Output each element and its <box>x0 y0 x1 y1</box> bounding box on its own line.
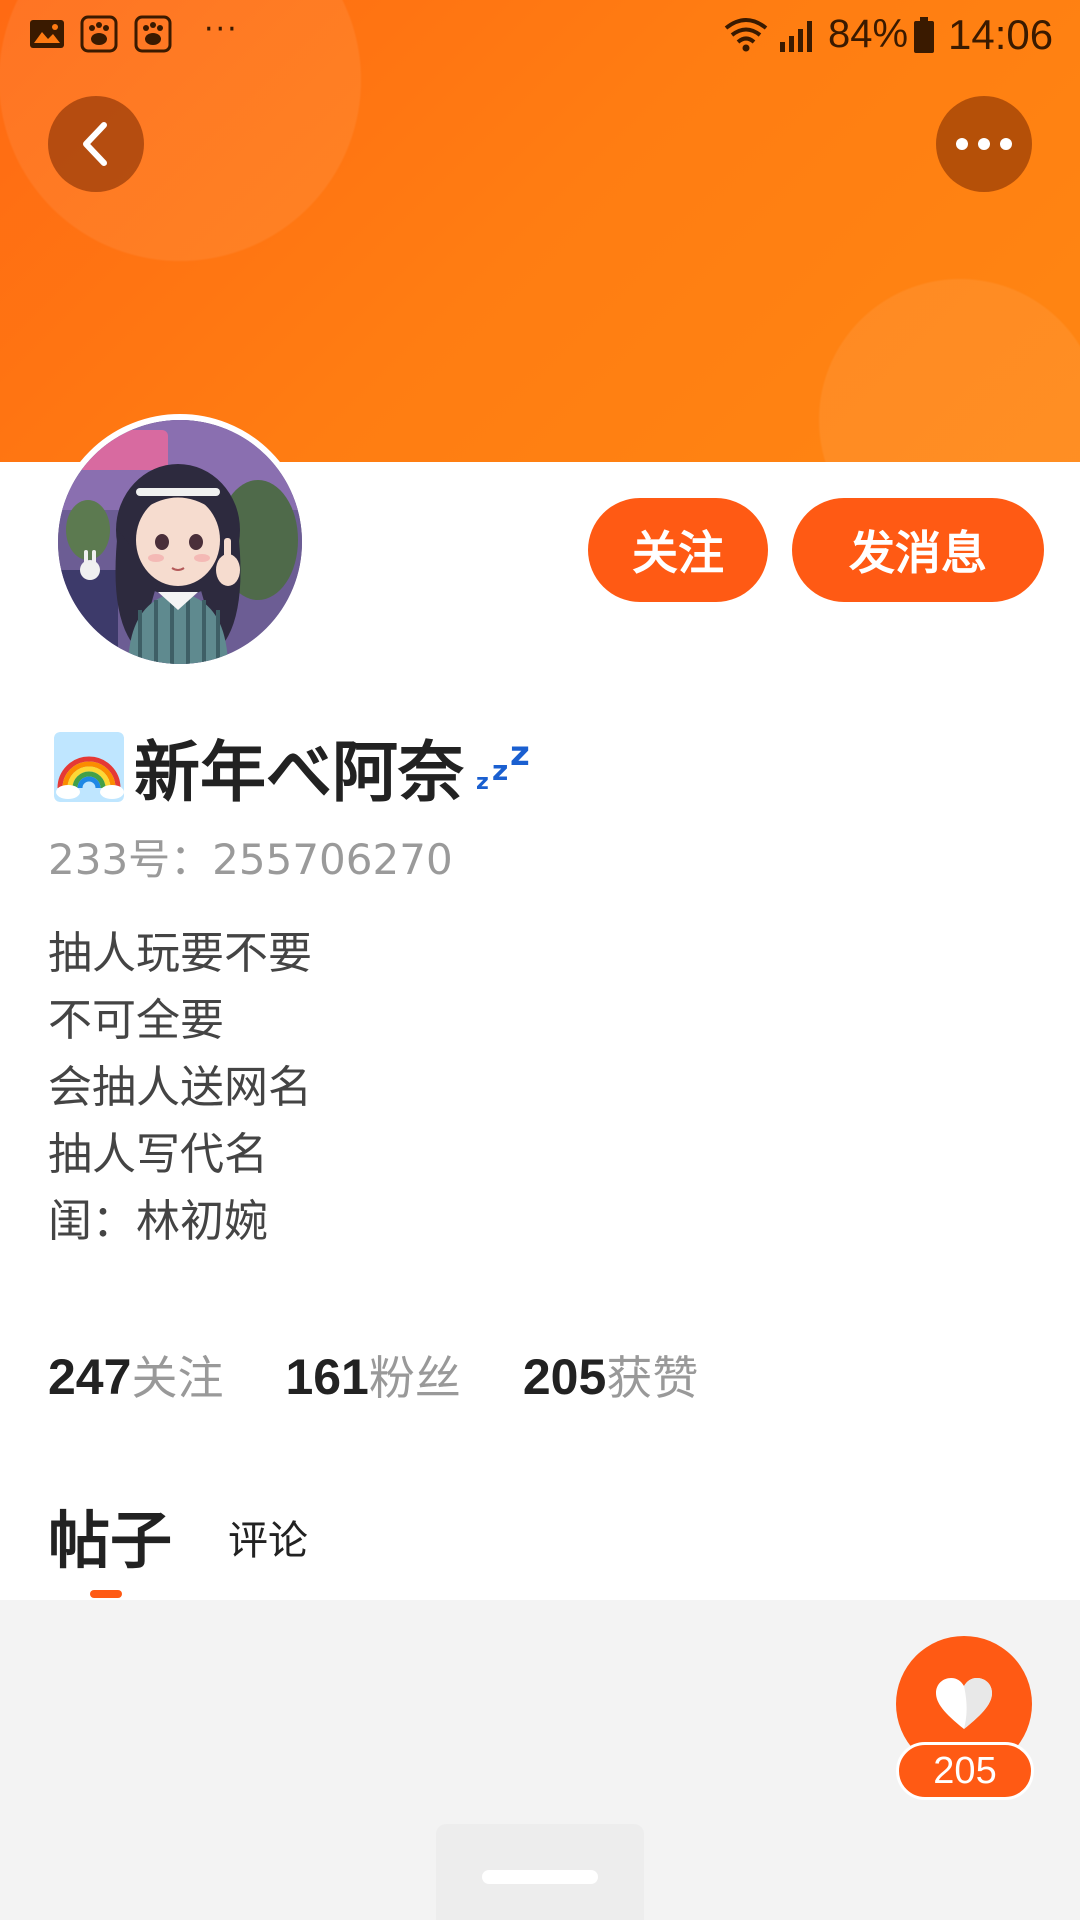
battery-percentage: 84% <box>828 12 909 56</box>
bio-line: 闺：林初婉 <box>48 1196 268 1247</box>
bio-line: 不可全要 <box>48 995 224 1046</box>
stat-label: 获赞 <box>606 1351 699 1405</box>
follow-button[interactable]: 关注 <box>588 498 768 602</box>
stat-value: 161 <box>285 1349 369 1405</box>
back-button[interactable] <box>48 96 144 192</box>
baidu-paw-icon <box>80 15 118 53</box>
send-message-button[interactable]: 发消息 <box>792 498 1044 602</box>
more-horizontal-icon <box>956 138 1012 150</box>
gallery-icon <box>30 20 64 48</box>
active-tab-indicator <box>90 1590 122 1598</box>
battery-icon <box>914 17 934 53</box>
avatar[interactable] <box>52 414 308 670</box>
profile-stats: 247 关注 161 粉丝 205 获赞 <box>48 1342 760 1406</box>
like-button[interactable]: 205 <box>896 1636 1034 1800</box>
like-count: 205 <box>896 1742 1034 1800</box>
bio-line: 抽人写代名 <box>48 1129 268 1180</box>
more-notifications-indicator: ··· <box>204 12 239 47</box>
stat-label: 关注 <box>131 1351 224 1405</box>
stat-likes: 205 获赞 <box>523 1342 698 1408</box>
wifi-icon <box>724 18 768 52</box>
stat-value: 205 <box>522 1349 607 1405</box>
heart-icon <box>936 1678 992 1729</box>
stat-value: 247 <box>48 1349 132 1405</box>
status-bar: ··· 84% 14:06 <box>0 0 1080 70</box>
stat-label: 粉丝 <box>368 1351 461 1405</box>
bio-line: 会抽人送网名 <box>48 1062 312 1113</box>
bio-line: 抽人玩要不要 <box>48 928 312 979</box>
profile-bio: 抽人玩要不要 不可全要 会抽人送网名 抽人写代名 闺：林初婉 <box>48 920 312 1255</box>
tab-posts[interactable]: 帖子 <box>48 1490 172 1580</box>
status-time: 14:06 <box>948 11 1054 58</box>
signal-icon <box>780 21 812 52</box>
user-id: 233号：255706270 <box>48 835 453 884</box>
baidu-paw-icon <box>134 15 172 53</box>
stat-followers[interactable]: 161 粉丝 <box>285 1342 460 1408</box>
home-indicator[interactable] <box>482 1870 598 1884</box>
zzz-sleep-icon: z z z <box>476 734 530 795</box>
profile-name: 新年べ阿奈 <box>134 734 464 811</box>
stat-following[interactable]: 247 关注 <box>48 1342 223 1408</box>
rainbow-icon <box>54 732 124 802</box>
more-options-button[interactable] <box>936 96 1032 192</box>
avatar-illustration <box>58 420 302 664</box>
profile-name-row: 新年べ阿奈 z z z <box>54 722 544 812</box>
chevron-left-icon <box>83 122 107 166</box>
tab-comments[interactable]: 评论 <box>228 1508 308 1566</box>
